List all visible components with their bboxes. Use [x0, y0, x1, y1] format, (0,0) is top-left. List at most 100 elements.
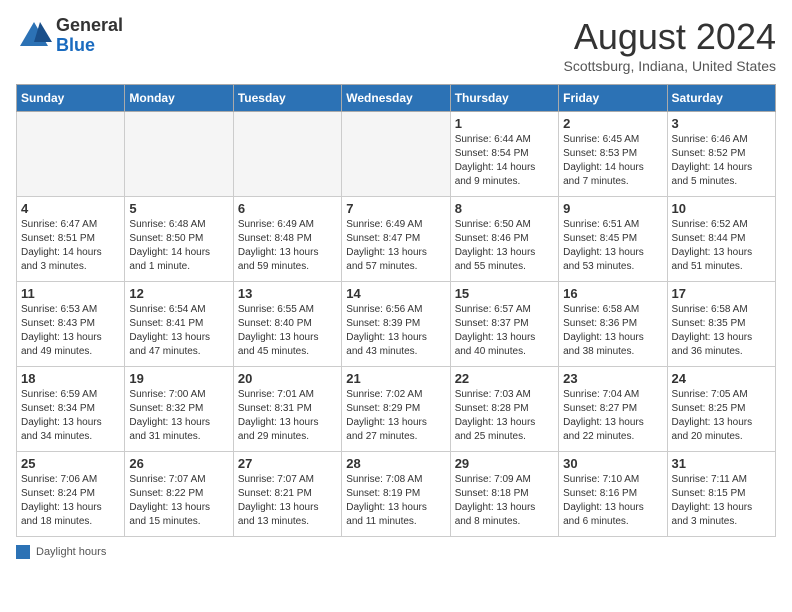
- calendar-cell: 24Sunrise: 7:05 AMSunset: 8:25 PMDayligh…: [667, 367, 775, 452]
- day-info: Sunrise: 6:54 AMSunset: 8:41 PMDaylight:…: [129, 303, 228, 359]
- day-info: Sunrise: 7:00 AMSunset: 8:32 PMDaylight:…: [129, 388, 228, 444]
- day-number: 17: [672, 286, 771, 301]
- calendar-header-monday: Monday: [125, 85, 233, 112]
- day-number: 18: [21, 371, 120, 386]
- calendar-cell: 4 Sunrise: 6:47 AMSunset: 8:51 PMDaylight…: [17, 197, 125, 282]
- day-number: 6: [238, 201, 337, 216]
- day-info: Sunrise: 6:48 AMSunset: 8:50 PMDaylight:…: [129, 218, 228, 274]
- day-number: 21: [346, 371, 445, 386]
- calendar-cell: 8Sunrise: 6:50 AMSunset: 8:46 PMDaylight…: [450, 197, 558, 282]
- calendar-header-sunday: Sunday: [17, 85, 125, 112]
- day-info: Sunrise: 7:03 AMSunset: 8:28 PMDaylight:…: [455, 388, 554, 444]
- day-info: Sunrise: 6:45 AMSunset: 8:53 PMDaylight:…: [563, 133, 662, 189]
- day-info: Sunrise: 7:09 AMSunset: 8:18 PMDaylight:…: [455, 473, 554, 529]
- day-number: 2: [563, 116, 662, 131]
- day-info: Sunrise: 6:49 AMSunset: 8:47 PMDaylight:…: [346, 218, 445, 274]
- day-number: 30: [563, 456, 662, 471]
- calendar-cell: 26Sunrise: 7:07 AMSunset: 8:22 PMDayligh…: [125, 452, 233, 537]
- day-info: Sunrise: 6:44 AMSunset: 8:54 PMDaylight:…: [455, 133, 554, 189]
- day-number: 14: [346, 286, 445, 301]
- calendar-header-friday: Friday: [559, 85, 667, 112]
- calendar-cell: 17 Sunrise: 6:58 AMSunset: 8:35 PMDayligh…: [667, 282, 775, 367]
- logo-blue-text: Blue: [56, 36, 123, 56]
- day-info: Sunrise: 6:47 AMSunset: 8:51 PMDaylight:…: [21, 218, 120, 274]
- day-number: 11: [21, 286, 120, 301]
- calendar-cell: 6Sunrise: 6:49 AMSunset: 8:48 PMDaylight…: [233, 197, 341, 282]
- day-info: Sunrise: 6:52 AMSunset: 8:44 PMDaylight:…: [672, 218, 771, 274]
- day-number: 10: [672, 201, 771, 216]
- day-number: 8: [455, 201, 554, 216]
- day-info: Sunrise: 6:58 AMSunset: 8:35 PMDaylight:…: [672, 303, 771, 359]
- day-number: 22: [455, 371, 554, 386]
- calendar-cell: 31 Sunrise: 7:11 AMSunset: 8:15 PMDayligh…: [667, 452, 775, 537]
- calendar-cell: 9Sunrise: 6:51 AMSunset: 8:45 PMDaylight…: [559, 197, 667, 282]
- day-number: 24: [672, 371, 771, 386]
- calendar-cell: [125, 112, 233, 197]
- day-info: Sunrise: 6:56 AMSunset: 8:39 PMDaylight:…: [346, 303, 445, 359]
- calendar-cell: 14 Sunrise: 6:56 AMSunset: 8:39 PMDayligh…: [342, 282, 450, 367]
- day-info: Sunrise: 7:08 AMSunset: 8:19 PMDaylight:…: [346, 473, 445, 529]
- calendar-cell: [342, 112, 450, 197]
- day-number: 15: [455, 286, 554, 301]
- day-info: Sunrise: 7:11 AMSunset: 8:15 PMDaylight:…: [672, 473, 771, 529]
- calendar-footer: Daylight hours: [16, 545, 776, 559]
- day-number: 4: [21, 201, 120, 216]
- calendar-week-1: 1 Sunrise: 6:44 AMSunset: 8:54 PMDaylight…: [17, 112, 776, 197]
- logo-icon: [16, 18, 52, 54]
- day-info: Sunrise: 6:53 AMSunset: 8:43 PMDaylight:…: [21, 303, 120, 359]
- month-title: August 2024: [564, 16, 776, 58]
- calendar-cell: 1 Sunrise: 6:44 AMSunset: 8:54 PMDaylight…: [450, 112, 558, 197]
- calendar-cell: 15 Sunrise: 6:57 AMSunset: 8:37 PMDayligh…: [450, 282, 558, 367]
- day-info: Sunrise: 6:58 AMSunset: 8:36 PMDaylight:…: [563, 303, 662, 359]
- day-info: Sunrise: 7:02 AMSunset: 8:29 PMDaylight:…: [346, 388, 445, 444]
- day-info: Sunrise: 7:10 AMSunset: 8:16 PMDaylight:…: [563, 473, 662, 529]
- day-info: Sunrise: 6:59 AMSunset: 8:34 PMDaylight:…: [21, 388, 120, 444]
- day-number: 1: [455, 116, 554, 131]
- calendar-cell: 23 Sunrise: 7:04 AMSunset: 8:27 PMDayligh…: [559, 367, 667, 452]
- calendar-week-3: 11 Sunrise: 6:53 AMSunset: 8:43 PMDayligh…: [17, 282, 776, 367]
- legend-label: Daylight hours: [36, 546, 106, 558]
- calendar-header-wednesday: Wednesday: [342, 85, 450, 112]
- calendar-week-4: 18 Sunrise: 6:59 AMSunset: 8:34 PMDayligh…: [17, 367, 776, 452]
- day-number: 3: [672, 116, 771, 131]
- day-number: 16: [563, 286, 662, 301]
- day-info: Sunrise: 6:55 AMSunset: 8:40 PMDaylight:…: [238, 303, 337, 359]
- calendar-cell: [233, 112, 341, 197]
- page-header: General Blue August 2024 Scottsburg, Ind…: [16, 16, 776, 74]
- calendar-cell: 20Sunrise: 7:01 AMSunset: 8:31 PMDayligh…: [233, 367, 341, 452]
- day-info: Sunrise: 7:07 AMSunset: 8:21 PMDaylight:…: [238, 473, 337, 529]
- legend-color-box: [16, 545, 30, 559]
- calendar-cell: 13 Sunrise: 6:55 AMSunset: 8:40 PMDayligh…: [233, 282, 341, 367]
- calendar-cell: 19Sunrise: 7:00 AMSunset: 8:32 PMDayligh…: [125, 367, 233, 452]
- calendar-cell: 3 Sunrise: 6:46 AMSunset: 8:52 PMDaylight…: [667, 112, 775, 197]
- day-number: 25: [21, 456, 120, 471]
- calendar-cell: 21 Sunrise: 7:02 AMSunset: 8:29 PMDayligh…: [342, 367, 450, 452]
- logo: General Blue: [16, 16, 123, 56]
- day-info: Sunrise: 7:04 AMSunset: 8:27 PMDaylight:…: [563, 388, 662, 444]
- day-number: 9: [563, 201, 662, 216]
- day-info: Sunrise: 6:46 AMSunset: 8:52 PMDaylight:…: [672, 133, 771, 189]
- calendar-cell: 2 Sunrise: 6:45 AMSunset: 8:53 PMDaylight…: [559, 112, 667, 197]
- day-number: 29: [455, 456, 554, 471]
- calendar-cell: 11 Sunrise: 6:53 AMSunset: 8:43 PMDayligh…: [17, 282, 125, 367]
- calendar-header-row: SundayMondayTuesdayWednesdayThursdayFrid…: [17, 85, 776, 112]
- calendar-cell: 29 Sunrise: 7:09 AMSunset: 8:18 PMDayligh…: [450, 452, 558, 537]
- day-number: 23: [563, 371, 662, 386]
- calendar-table: SundayMondayTuesdayWednesdayThursdayFrid…: [16, 84, 776, 537]
- calendar-cell: 10 Sunrise: 6:52 AMSunset: 8:44 PMDayligh…: [667, 197, 775, 282]
- location-subtitle: Scottsburg, Indiana, United States: [564, 58, 776, 74]
- day-info: Sunrise: 7:07 AMSunset: 8:22 PMDaylight:…: [129, 473, 228, 529]
- calendar-cell: 7Sunrise: 6:49 AMSunset: 8:47 PMDaylight…: [342, 197, 450, 282]
- title-block: August 2024 Scottsburg, Indiana, United …: [564, 16, 776, 74]
- calendar-cell: 12Sunrise: 6:54 AMSunset: 8:41 PMDayligh…: [125, 282, 233, 367]
- day-info: Sunrise: 6:57 AMSunset: 8:37 PMDaylight:…: [455, 303, 554, 359]
- day-number: 31: [672, 456, 771, 471]
- day-number: 5: [129, 201, 228, 216]
- calendar-cell: 27Sunrise: 7:07 AMSunset: 8:21 PMDayligh…: [233, 452, 341, 537]
- calendar-header-saturday: Saturday: [667, 85, 775, 112]
- logo-general-text: General: [56, 16, 123, 36]
- calendar-cell: 16 Sunrise: 6:58 AMSunset: 8:36 PMDayligh…: [559, 282, 667, 367]
- calendar-cell: 18 Sunrise: 6:59 AMSunset: 8:34 PMDayligh…: [17, 367, 125, 452]
- day-number: 13: [238, 286, 337, 301]
- calendar-week-2: 4 Sunrise: 6:47 AMSunset: 8:51 PMDaylight…: [17, 197, 776, 282]
